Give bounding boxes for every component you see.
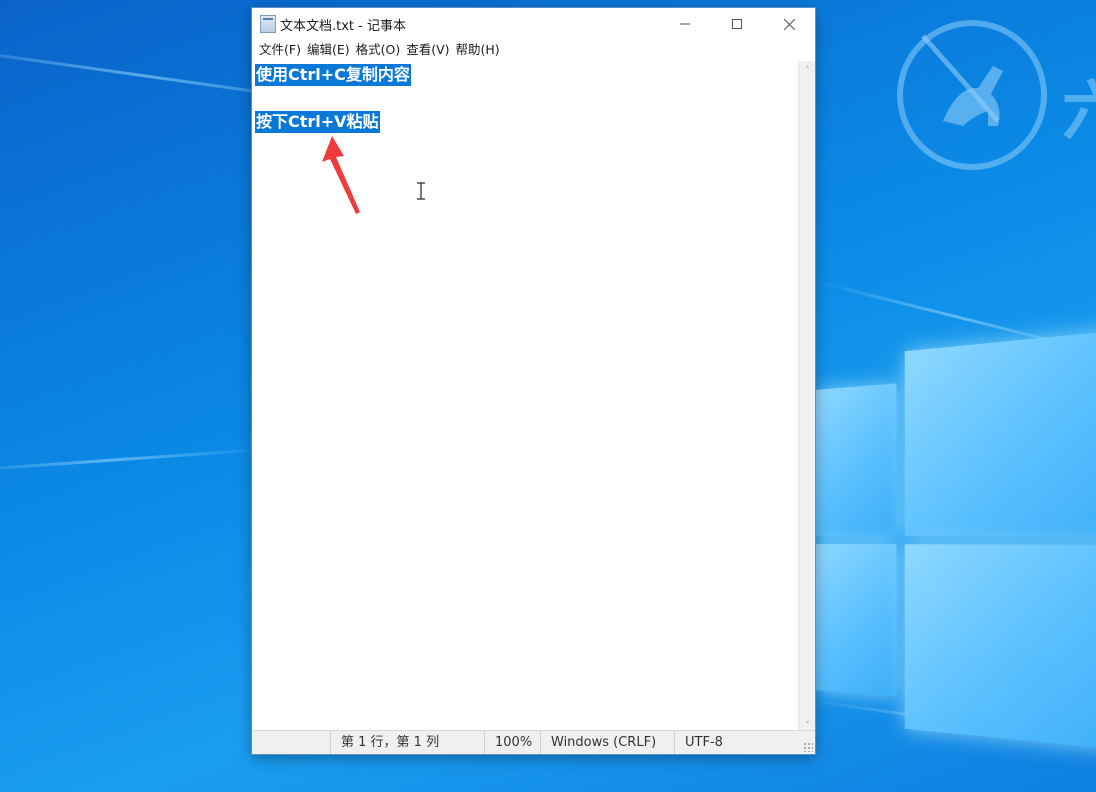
window-title: 文本文档.txt - 记事本	[280, 18, 406, 34]
minimize-icon	[680, 23, 690, 25]
status-bar: 第 1 行，第 1 列 100% Windows (CRLF) UTF-8	[252, 730, 815, 754]
title-bar[interactable]: 文本文档.txt - 记事本	[252, 8, 815, 40]
light-beam	[0, 447, 270, 473]
close-icon	[783, 18, 795, 30]
menu-bar: 文件(F) 编辑(E) 格式(O) 查看(V) 帮助(H)	[252, 40, 815, 60]
resize-grip-icon[interactable]	[803, 742, 813, 752]
vertical-scrollbar[interactable]: ˄ ˅	[798, 61, 815, 737]
notepad-icon	[260, 15, 276, 33]
annotation-arrow-icon	[322, 136, 360, 214]
notepad-window: 文本文档.txt - 记事本 文件(F) 编辑(E) 格式(O) 查看(V) 帮…	[252, 8, 815, 754]
status-encoding: UTF-8	[674, 731, 794, 754]
editor-line-3: 按下Ctrl+V粘贴	[255, 111, 380, 133]
scroll-up-icon[interactable]: ˄	[803, 67, 812, 76]
menu-format[interactable]: 格式(O)	[353, 40, 404, 60]
menu-view[interactable]: 查看(V)	[403, 40, 452, 60]
status-position: 第 1 行，第 1 列	[330, 731, 490, 754]
menu-help[interactable]: 帮助(H)	[453, 40, 503, 60]
text-cursor-icon	[417, 182, 425, 200]
menu-file[interactable]: 文件(F)	[256, 40, 304, 60]
menu-edit[interactable]: 编辑(E)	[304, 40, 353, 60]
status-line-ending: Windows (CRLF)	[540, 731, 676, 754]
desktop: 六 文本文档.txt - 记事本 文件(F) 编辑(E) 格式(O) 查看(V)	[0, 0, 1096, 792]
editor-line-1: 使用Ctrl+C复制内容	[255, 64, 411, 86]
windows-logo-icon	[815, 327, 1096, 753]
watermark-logo-icon	[897, 20, 1047, 170]
minimize-button[interactable]	[659, 8, 711, 40]
close-button[interactable]	[763, 8, 815, 40]
maximize-button[interactable]	[711, 8, 763, 40]
maximize-icon	[732, 19, 742, 29]
watermark-glyph-icon: 六	[1062, 75, 1096, 149]
status-zoom: 100%	[484, 731, 542, 754]
